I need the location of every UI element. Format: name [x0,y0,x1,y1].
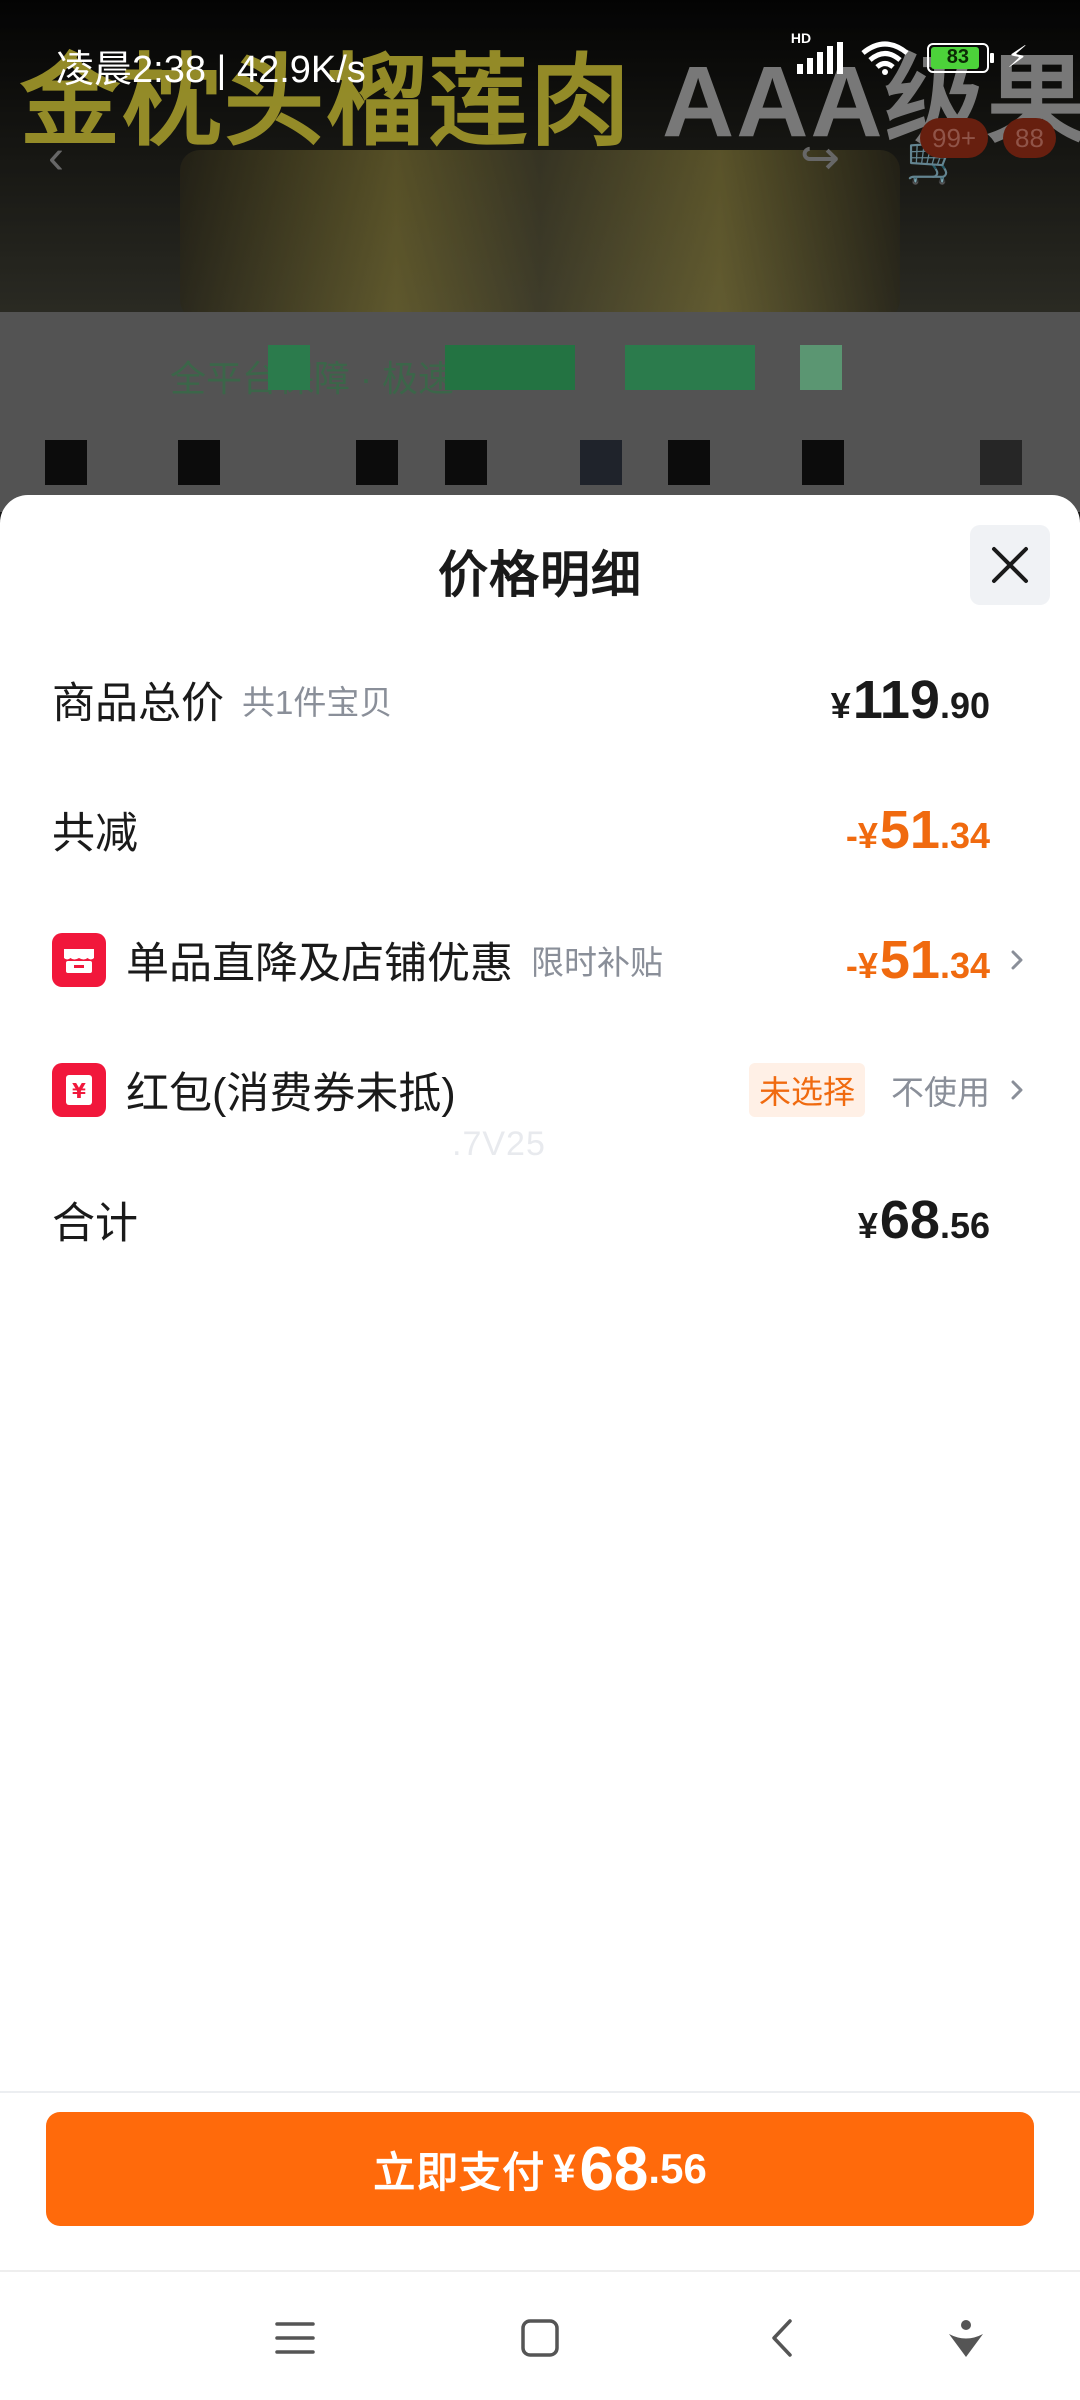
battery-icon: 83 [926,42,994,73]
store-icon [52,933,106,987]
row-red-packet[interactable]: ¥ 红包(消费券未抵) 未选择 不使用 [52,1050,1028,1130]
watermark: .7V25 [452,1125,546,1163]
pay-now-button[interactable]: 立即支付 ¥ 68 .56 [46,2112,1034,2226]
price-integer: 51 [879,930,940,990]
sum-label: 合计 [52,1200,138,1248]
price-decimal: .34 [939,815,990,856]
chevron-right-icon [1011,1080,1023,1100]
assistant-nav-button[interactable] [936,2308,996,2368]
price-integer: 51 [879,800,940,860]
total-goods-label: 商品总价 [52,680,224,728]
charging-icon: ⚡ [1006,41,1028,74]
pay-currency: ¥ [553,2146,576,2191]
system-navigation-bar [0,2272,1080,2400]
cellular-signal-icon: HD [791,30,843,74]
discount-total-label: 共减 [52,810,138,858]
chevron-right-icon [1011,950,1023,970]
row-sum: 合计 ¥ 68 .56 [52,1180,1028,1260]
row-store-discount[interactable]: 单品直降及店铺优惠 限时补贴 -¥ 51 .34 [52,920,1028,1000]
close-icon [992,547,1028,583]
currency-symbol: ¥ [830,685,851,726]
row-discount-total: 共减 -¥ 51 .34 [52,790,1028,870]
back-nav-button[interactable] [753,2308,813,2368]
pay-button-label: 立即支付 [373,2148,546,2196]
footer-divider [0,2091,1080,2093]
assistant-icon [949,2320,983,2357]
hd-label: HD [790,29,812,46]
red-packet-value: 不使用 [891,1074,990,1111]
price-detail-sheet: 价格明细 .7V25 商品总价 共1件宝贝 ¥ 119 .90 共减 -¥ 51… [0,495,1080,2400]
svg-text:¥: ¥ [72,1079,86,1103]
status-icons: HD 83 ⚡ [791,30,1028,75]
menu-icon [275,2322,315,2354]
battery-level: 83 [946,45,970,68]
wifi-icon [861,41,909,75]
sheet-title: 价格明细 [438,547,642,603]
row-total-goods: 商品总价 共1件宝贝 ¥ 119 .90 [52,660,1028,740]
discount-total-price: -¥ 51 .34 [846,799,990,861]
red-packet-icon: ¥ [52,1063,106,1117]
store-discount-sublabel: 限时补贴 [531,944,663,981]
price-decimal: .56 [939,1205,990,1246]
status-time-speed: 凌晨2:38 | 42.9K/s [56,49,366,91]
price-decimal: .34 [939,945,990,986]
sum-price: ¥ 68 .56 [858,1189,990,1251]
red-packet-label: 红包(消费券未抵) [126,1070,456,1118]
pay-price-integer: 68 [579,2134,649,2204]
price-decimal: .90 [939,685,990,726]
item-count: 共1件宝贝 [242,684,393,721]
store-discount-price: -¥ 51 .34 [846,929,990,991]
currency-symbol: -¥ [845,945,878,986]
close-button[interactable] [970,525,1050,605]
price-integer: 119 [852,670,940,730]
currency-symbol: -¥ [845,815,878,856]
unselected-tag: 未选择 [748,1063,865,1117]
status-bar: 凌晨2:38 | 42.9K/s HD 83 ⚡ [0,0,1080,120]
menu-nav-button[interactable] [265,2308,325,2368]
pay-price-decimal: .56 [648,2145,707,2192]
home-nav-button[interactable] [510,2308,570,2368]
total-goods-price: ¥ 119 .90 [831,669,990,731]
currency-symbol: ¥ [857,1205,878,1246]
store-discount-label: 单品直降及店铺优惠 [126,940,513,988]
price-integer: 68 [879,1190,940,1250]
home-square-icon [521,2319,559,2357]
back-triangle-icon [772,2319,792,2357]
